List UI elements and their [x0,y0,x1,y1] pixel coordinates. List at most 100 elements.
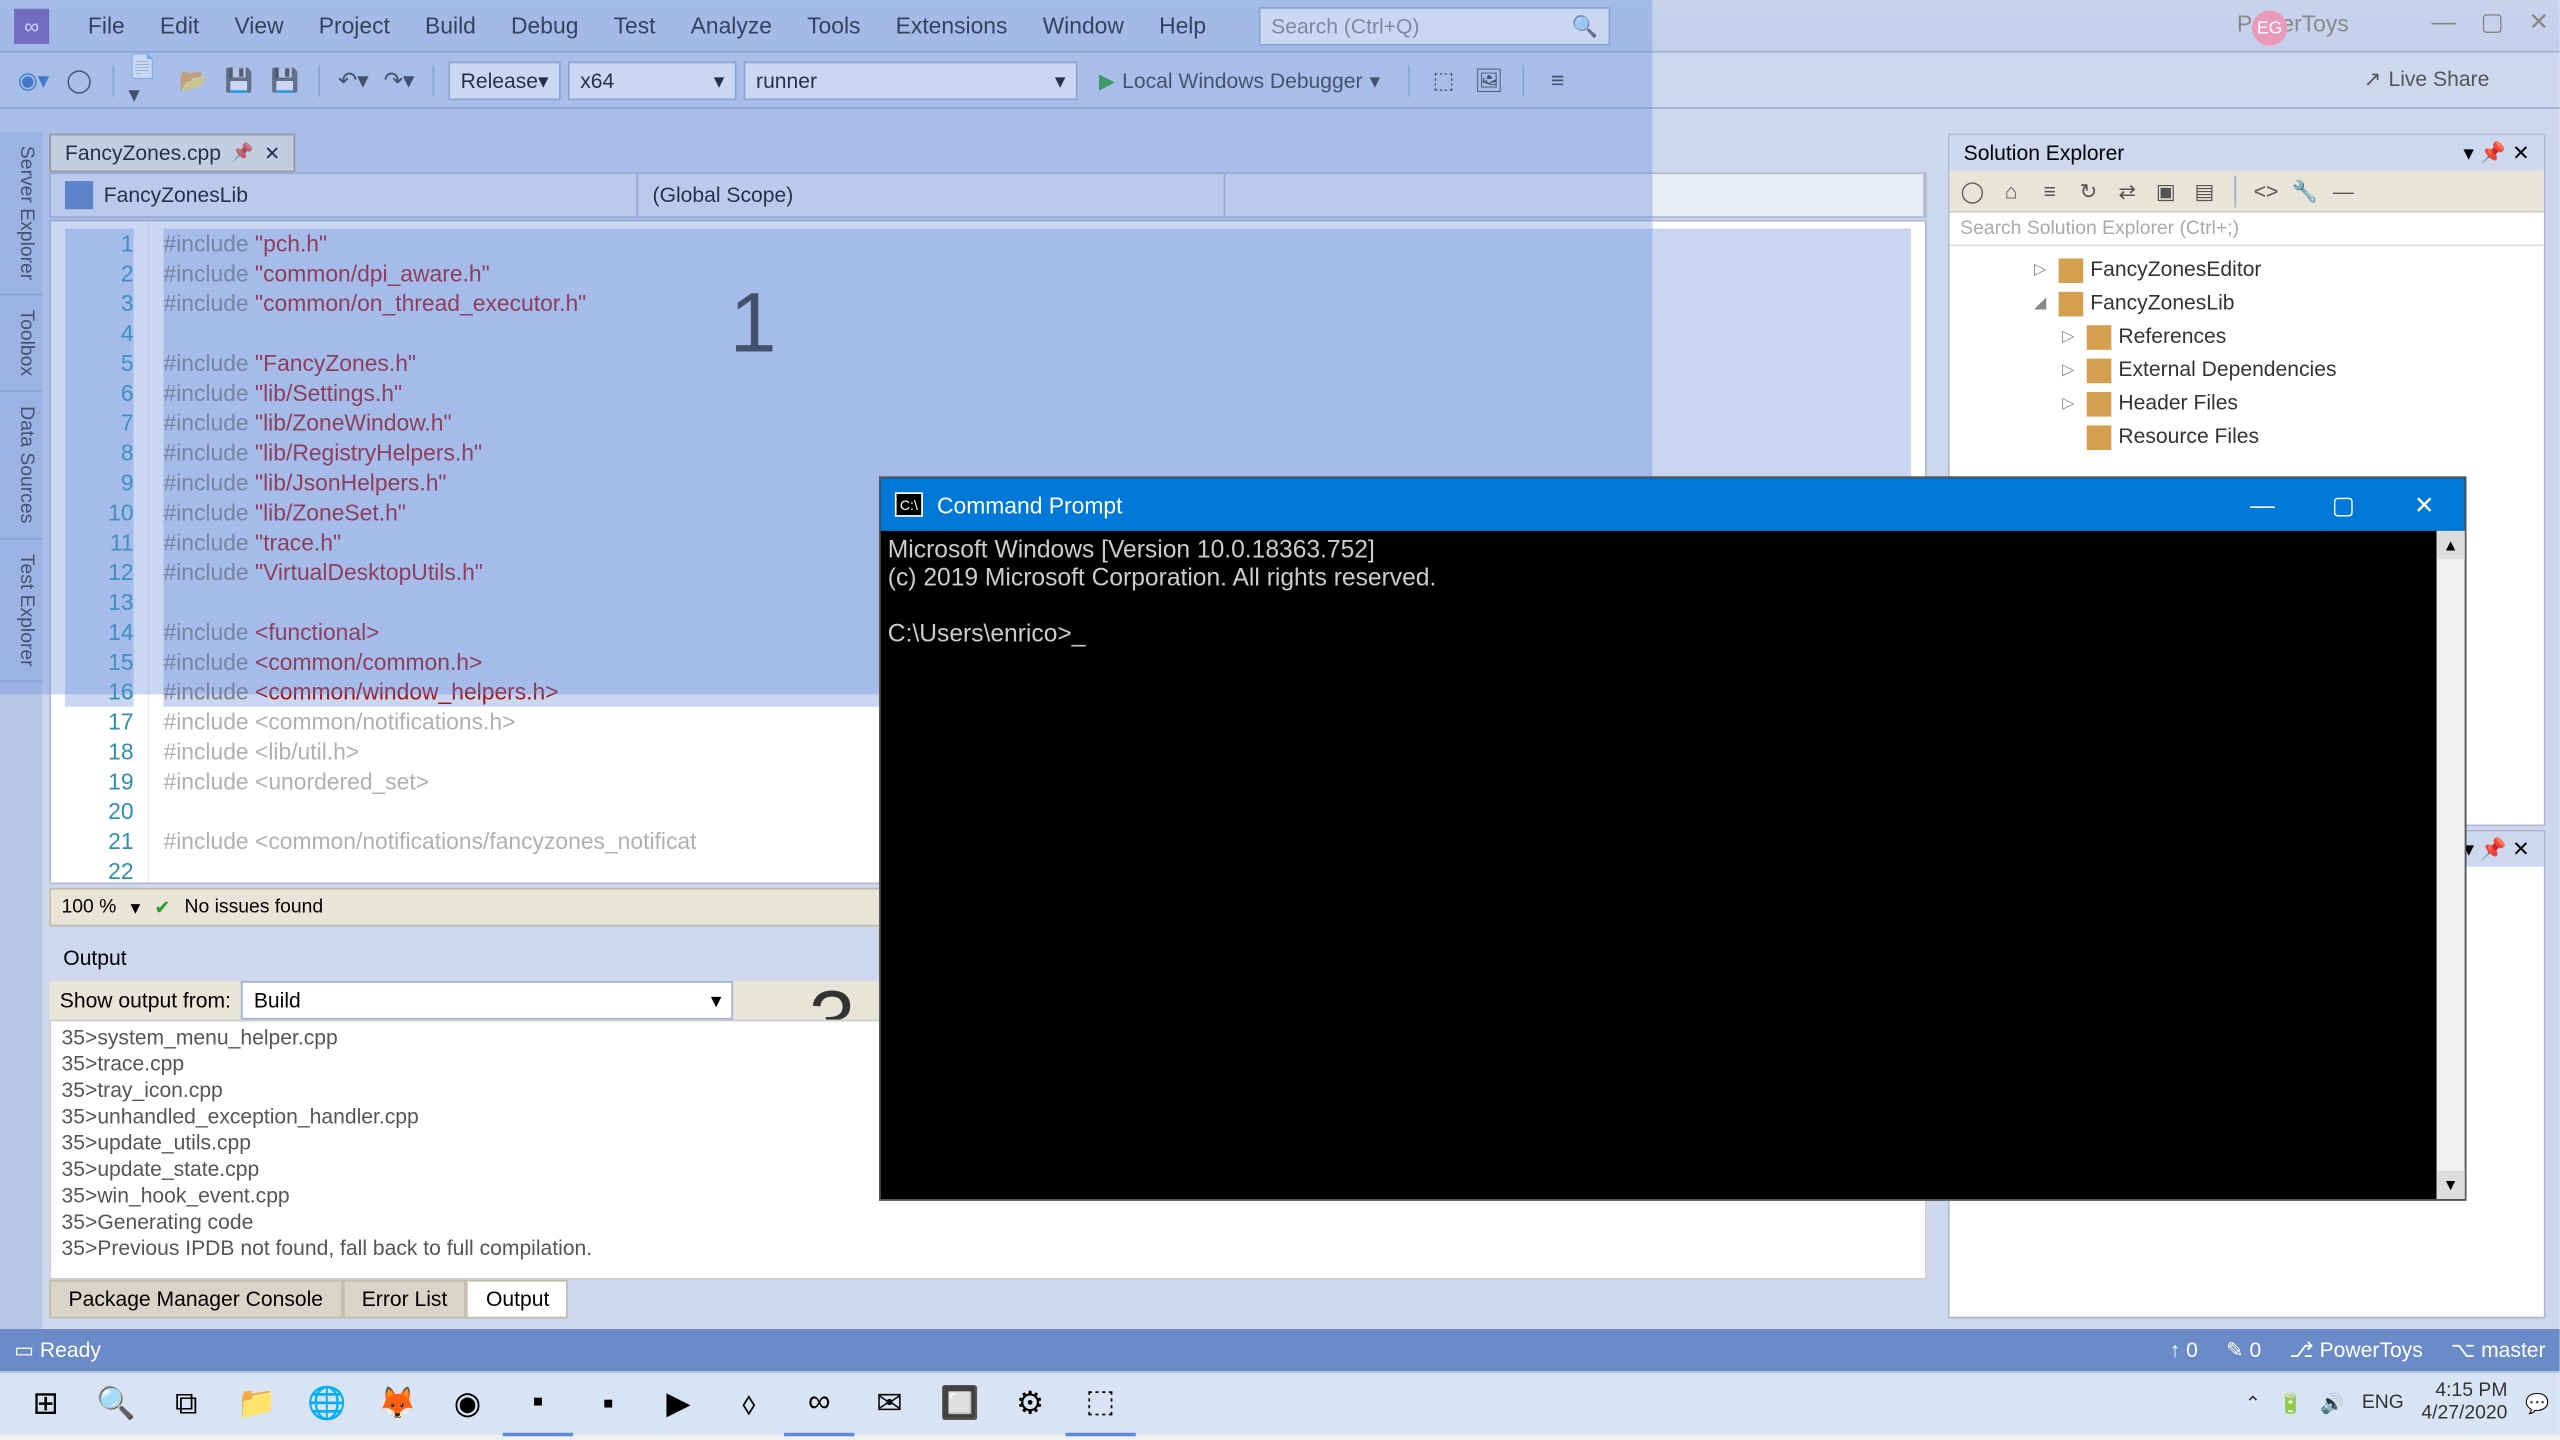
side-tab-server-explorer[interactable]: Server Explorer [0,132,42,296]
firefox-icon[interactable]: 🦊 [362,1372,432,1435]
solexp-sync[interactable]: ⇄ [2111,175,2143,207]
nav-project-combo[interactable]: FancyZonesLib [51,174,639,216]
cmd-titlebar[interactable]: C:\ Command Prompt — ▢ ✕ [881,478,2465,531]
vscode-icon[interactable]: ⬨ [714,1372,784,1435]
menu-tools[interactable]: Tools [790,5,879,45]
solexp-b1[interactable]: ≡ [2034,175,2066,207]
save-all-btn[interactable]: 💾 [265,61,304,100]
app-icon-1[interactable]: 🔲 [925,1372,995,1435]
menu-extensions[interactable]: Extensions [878,5,1025,45]
powershell-icon[interactable]: ▶ [643,1372,713,1435]
chrome-icon[interactable]: ◉ [432,1372,502,1435]
menu-edit[interactable]: Edit [142,5,217,45]
output-from-combo[interactable]: Build▾ [242,981,734,1020]
menu-build[interactable]: Build [407,5,493,45]
fwd-btn[interactable]: ◯ [60,61,99,100]
tray-chevron[interactable]: ⌃ [2245,1391,2261,1414]
maximize-button[interactable]: ▢ [2481,7,2504,37]
solexp-pin-icon[interactable]: 📌 [2480,141,2506,166]
solexp-refresh[interactable]: ↻ [2073,175,2105,207]
side-tab-data-sources[interactable]: Data Sources [0,393,42,540]
search-input[interactable]: Search (Ctrl+Q)🔍 [1259,6,1611,45]
live-share-button[interactable]: ↗Live Share [2364,67,2490,92]
menu-test[interactable]: Test [596,5,673,45]
menu-view[interactable]: View [217,5,301,45]
side-tab-test-explorer[interactable]: Test Explorer [0,540,42,683]
solexp-back[interactable]: ◯ [1957,175,1989,207]
cmd-scroll-up[interactable]: ▲ [2437,531,2465,559]
solexp-home[interactable]: ⌂ [1995,175,2027,207]
status-repo[interactable]: ⎇ PowerToys [2289,1338,2422,1363]
menu-debug[interactable]: Debug [493,5,596,45]
search-button[interactable]: 🔍 [81,1372,151,1435]
cmd-close-button[interactable]: ✕ [2384,478,2465,531]
tab-pkg-mgr[interactable]: Package Manager Console [49,1280,342,1319]
app-icon-3[interactable]: ⬚ [1065,1372,1135,1435]
solexp-b5[interactable]: ▤ [2189,175,2221,207]
task-view-button[interactable]: ⧉ [151,1372,221,1435]
edge-icon[interactable]: 🌐 [292,1372,362,1435]
debug-button[interactable]: ▶Local Windows Debugger▾ [1085,61,1394,100]
terminal-icon-1[interactable]: ▪ [503,1372,573,1435]
tray-volume-icon[interactable]: 🔊 [2320,1391,2344,1414]
app-icon-2[interactable]: ⚙ [995,1372,1065,1435]
new-item-btn[interactable]: 📄▾ [128,61,167,100]
system-tray: ⌃ 🔋 🔊 ENG 4:15 PM4/27/2020 💬 [2245,1371,2549,1434]
close-button[interactable]: ✕ [2528,7,2549,37]
start-button[interactable]: ⊞ [11,1372,81,1435]
cmd-body[interactable]: Microsoft Windows [Version 10.0.18363.75… [881,531,2465,1199]
tray-clock[interactable]: 4:15 PM4/27/2020 [2421,1380,2507,1426]
status-branch[interactable]: ⌥ master [2451,1338,2546,1363]
solexp-showall[interactable]: <> [2250,175,2282,207]
cmd-minimize-button[interactable]: — [2222,478,2303,531]
menu-file[interactable]: File [70,5,142,45]
project-combo[interactable]: runner▾ [744,61,1078,100]
tray-lang[interactable]: ENG [2362,1392,2404,1413]
minimize-button[interactable]: — [2431,7,2456,37]
outlook-icon[interactable]: ✉ [854,1372,924,1435]
tray-battery-icon[interactable]: 🔋 [2279,1391,2303,1414]
back-btn[interactable]: ◉▾ [14,61,53,100]
save-btn[interactable]: 💾 [220,61,259,100]
tab-close-icon[interactable]: ✕ [264,142,280,165]
cmd-scrollbar[interactable]: ▲ ▼ [2437,531,2465,1199]
toolbar: ◉▾ ◯ 📄▾ 📂 💾 💾 ↶▾ ↷▾ Release▾ x64▾ runner… [0,53,2560,109]
status-publish[interactable]: ↑ 0 [2170,1338,2198,1363]
file-explorer-icon[interactable]: 📁 [222,1372,292,1435]
tab-output[interactable]: Output [467,1280,569,1319]
solexp-close-icon[interactable]: ✕ [2512,141,2530,166]
solexp-b4[interactable]: ▣ [2150,175,2182,207]
vs-icon[interactable]: ∞ [784,1372,854,1435]
command-prompt-window[interactable]: C:\ Command Prompt — ▢ ✕ Microsoft Windo… [879,476,2466,1200]
tb-icon-1[interactable]: ⬚ [1424,61,1463,100]
solexp-search[interactable]: Search Solution Explorer (Ctrl+;) [1950,213,2544,246]
menu-window[interactable]: Window [1025,5,1141,45]
cmd-maximize-button[interactable]: ▢ [2303,478,2384,531]
tray-notifications-icon[interactable]: 💬 [2525,1391,2549,1414]
pin-icon[interactable]: 📌 [232,143,254,162]
menu-analyze[interactable]: Analyze [673,5,789,45]
solexp-b7[interactable]: — [2328,175,2360,207]
solexp-tree[interactable]: ▷FancyZonesEditor◢FancyZonesLib▷Referenc… [1950,246,2544,460]
config-combo[interactable]: Release▾ [448,61,561,100]
avatar[interactable]: EG [2252,11,2287,46]
tb-icon-3[interactable]: ≡ [1538,61,1577,100]
tab-fancyzones[interactable]: FancyZones.cpp 📌 ✕ [49,134,296,173]
status-changes[interactable]: ✎ 0 [2226,1338,2261,1363]
undo-btn[interactable]: ↶▾ [334,61,373,100]
side-tab-toolbox[interactable]: Toolbox [0,296,42,393]
tb-icon-2[interactable]: 🖼 [1470,61,1509,100]
cmd-scroll-down[interactable]: ▼ [2437,1171,2465,1199]
zoom-level[interactable]: 100 % [62,897,117,918]
solexp-dropdown-icon[interactable]: ▾ [2463,141,2474,166]
platform-combo[interactable]: x64▾ [568,61,737,100]
tab-error-list[interactable]: Error List [342,1280,466,1319]
redo-btn[interactable]: ↷▾ [380,61,419,100]
solexp-properties[interactable]: 🔧 [2289,175,2321,207]
nav-scope-combo[interactable]: (Global Scope) [638,174,1226,216]
open-btn[interactable]: 📂 [174,61,213,100]
terminal-icon-2[interactable]: ▪ [573,1372,643,1435]
menu-project[interactable]: Project [301,5,407,45]
nav-member-combo[interactable] [1226,174,1925,216]
menu-help[interactable]: Help [1141,5,1223,45]
